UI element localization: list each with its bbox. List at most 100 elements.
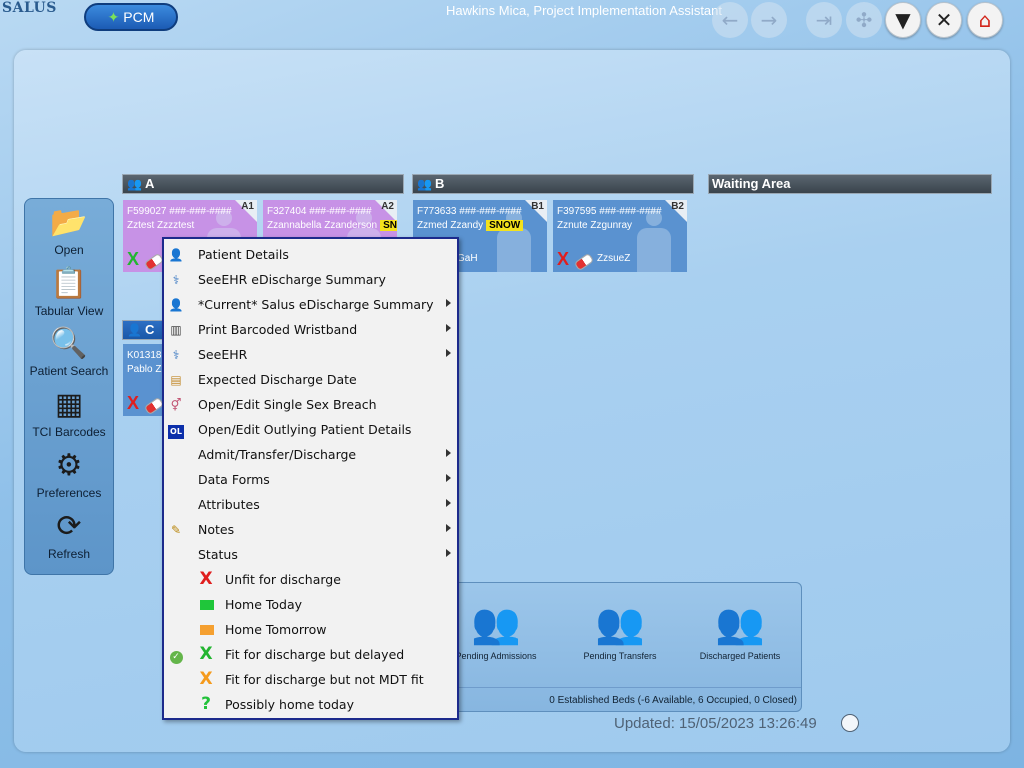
status-label: Possibly home today	[225, 697, 354, 712]
ward-header-c[interactable]: 👤 C	[122, 320, 166, 340]
green-x-icon: X	[199, 644, 213, 664]
ward-header-waiting-area[interactable]: Waiting Area	[708, 174, 992, 194]
menu-item-label: Open/Edit Single Sex Breach	[198, 397, 377, 412]
orange-square-icon	[200, 625, 214, 635]
top-bar: SALUS ✦ PCM Hawkins Mica, Project Implem…	[0, 0, 1024, 44]
submenu-arrow-icon	[446, 349, 451, 357]
bed-card-c1[interactable]: K01318 Pablo Z X	[123, 344, 165, 416]
pcm-label: PCM	[123, 9, 155, 25]
gender-icon: ⚥	[170, 398, 182, 412]
menu-item-outlying-patient-details[interactable]: OL Open/Edit Outlying Patient Details	[164, 418, 457, 443]
submenu-arrow-icon	[446, 324, 451, 332]
status-home-today[interactable]: Home Today	[164, 593, 457, 618]
sidebar-item-preferences[interactable]: ⚙ Preferences	[25, 448, 113, 508]
menu-item-status[interactable]: Status	[164, 543, 457, 568]
menu-item-notes[interactable]: ✎ Notes	[164, 518, 457, 543]
status-unfit-for-discharge[interactable]: X Unfit for discharge	[164, 568, 457, 593]
close-button[interactable]: ✕	[926, 2, 962, 38]
sidebar-item-tci-barcodes[interactable]: ▦ TCI Barcodes	[25, 387, 113, 447]
menu-item-label: Expected Discharge Date	[198, 372, 357, 387]
menu-item-expected-discharge-date[interactable]: ▤ Expected Discharge Date	[164, 368, 457, 393]
status-home-tomorrow[interactable]: Home Tomorrow	[164, 618, 457, 643]
patients-icon: 👥	[417, 177, 432, 191]
menu-item-patient-details[interactable]: 👤 Patient Details	[164, 243, 457, 268]
discharged-patients-label: Discharged Patients	[699, 651, 781, 661]
menu-item-label: Status	[198, 547, 238, 562]
patient-id: F397595 ###-###-####	[557, 206, 662, 217]
consultant-code: GaH	[457, 253, 478, 264]
status-label: Home Today	[225, 597, 303, 612]
snow-badge: SN	[380, 220, 397, 231]
context-menu: 👤 Patient Details ⚕ SeeEHR eDischarge Su…	[162, 237, 459, 720]
menu-item-label: Data Forms	[198, 472, 270, 487]
ward-header-b[interactable]: 👥 B	[412, 174, 694, 194]
sidebar-item-patient-search[interactable]: 🔍 Patient Search	[25, 326, 113, 386]
medication-pill-icon	[573, 252, 595, 272]
menu-item-label: SeeEHR eDischarge Summary	[198, 272, 386, 287]
patient-details-icon: 👤	[168, 248, 184, 262]
sidebar-item-label: TCI Barcodes	[32, 425, 106, 439]
exit-door-icon: ⇥	[815, 8, 833, 32]
divider	[441, 687, 801, 688]
submenu-arrow-icon	[446, 299, 451, 307]
admissions-panel: 👥 Pending Admissions 👥 Pending Transfers…	[440, 582, 802, 712]
calendar-icon: ▤	[170, 373, 182, 387]
patient-name-text: Zzmed Zzandy	[417, 220, 484, 231]
menu-item-label: Open/Edit Outlying Patient Details	[198, 422, 412, 437]
sidebar-item-open[interactable]: 📂 Open	[25, 205, 113, 265]
network-icon: ✣	[855, 8, 873, 32]
question-mark-icon: ?	[201, 694, 211, 714]
pending-transfers-button[interactable]: 👥 Pending Transfers	[565, 597, 675, 661]
clipboard-icon: 📋	[50, 266, 88, 301]
seeehr-icon: ⚕	[172, 348, 180, 362]
pcm-button[interactable]: ✦ PCM	[84, 3, 178, 31]
sidebar-item-label: Refresh	[47, 547, 91, 561]
sidebar-item-tabular-view[interactable]: 📋 Tabular View	[25, 266, 113, 326]
menu-item-current-salus-edischarge-summary[interactable]: 👤 *Current* Salus eDischarge Summary	[164, 293, 457, 318]
bed-number: B2	[671, 201, 684, 212]
menu-item-label: *Current* Salus eDischarge Summary	[198, 297, 434, 312]
menu-item-single-sex-breach[interactable]: ⚥ Open/Edit Single Sex Breach	[164, 393, 457, 418]
refresh-icon: ⟳	[56, 509, 82, 544]
home-button[interactable]: ⌂	[967, 2, 1003, 38]
menu-item-seeehr-edischarge-summary[interactable]: ⚕ SeeEHR eDischarge Summary	[164, 268, 457, 293]
status-possibly-home-today[interactable]: ? Possibly home today	[164, 693, 457, 718]
menu-item-label: Notes	[198, 522, 235, 537]
orange-x-icon: X	[199, 669, 213, 689]
status-label: Fit for discharge but delayed	[225, 647, 405, 662]
bed-card-b2[interactable]: B2 F397595 ###-###-#### Zznute Zzgunray …	[553, 200, 687, 272]
gear-icon: ⚙	[55, 448, 83, 483]
patient-id: F599027 ###-###-####	[127, 206, 232, 217]
menu-item-attributes[interactable]: Attributes	[164, 493, 457, 518]
submenu-arrow-icon	[446, 474, 451, 482]
menu-item-label: Attributes	[198, 497, 260, 512]
status-label: Home Tomorrow	[225, 622, 327, 637]
patient-name: Zznute Zzgunray	[557, 220, 633, 231]
menu-item-label: Print Barcoded Wristband	[198, 322, 358, 337]
patient-name: Zzannabella Zzanderson SN	[267, 220, 397, 231]
beds-summary: 0 Established Beds (-6 Available, 6 Occu…	[549, 695, 797, 706]
patient-icon: 👤	[127, 323, 142, 337]
status-x-icon: X	[127, 393, 140, 413]
filter-button[interactable]: ▼	[885, 2, 921, 38]
menu-item-data-forms[interactable]: Data Forms	[164, 468, 457, 493]
status-fit-but-delayed[interactable]: ✓ X Fit for discharge but delayed	[164, 643, 457, 668]
discharged-patients-button[interactable]: 👥 Discharged Patients	[685, 597, 795, 661]
menu-item-print-barcoded-wristband[interactable]: ▥ Print Barcoded Wristband	[164, 318, 457, 343]
qr-code-icon: ▦	[54, 387, 84, 422]
status-fit-not-mdt-fit[interactable]: X Fit for discharge but not MDT fit	[164, 668, 457, 693]
submenu-arrow-icon	[446, 449, 451, 457]
sidebar-item-refresh[interactable]: ⟳ Refresh	[25, 509, 113, 569]
menu-item-seeehr[interactable]: ⚕ SeeEHR	[164, 343, 457, 368]
patient-name: Zztest Zzzztest	[127, 220, 195, 231]
pending-transfers-icon: 👥	[595, 602, 645, 646]
exit-button[interactable]: ⇥	[806, 2, 842, 38]
auto-refresh-indicator[interactable]	[841, 714, 859, 732]
forward-button[interactable]: →	[751, 2, 787, 38]
back-button[interactable]: ←	[712, 2, 748, 38]
status-label: Unfit for discharge	[225, 572, 341, 587]
submenu-arrow-icon	[446, 499, 451, 507]
ward-header-a[interactable]: 👥 A	[122, 174, 404, 194]
menu-item-admit-transfer-discharge[interactable]: Admit/Transfer/Discharge	[164, 443, 457, 468]
network-button[interactable]: ✣	[846, 2, 882, 38]
